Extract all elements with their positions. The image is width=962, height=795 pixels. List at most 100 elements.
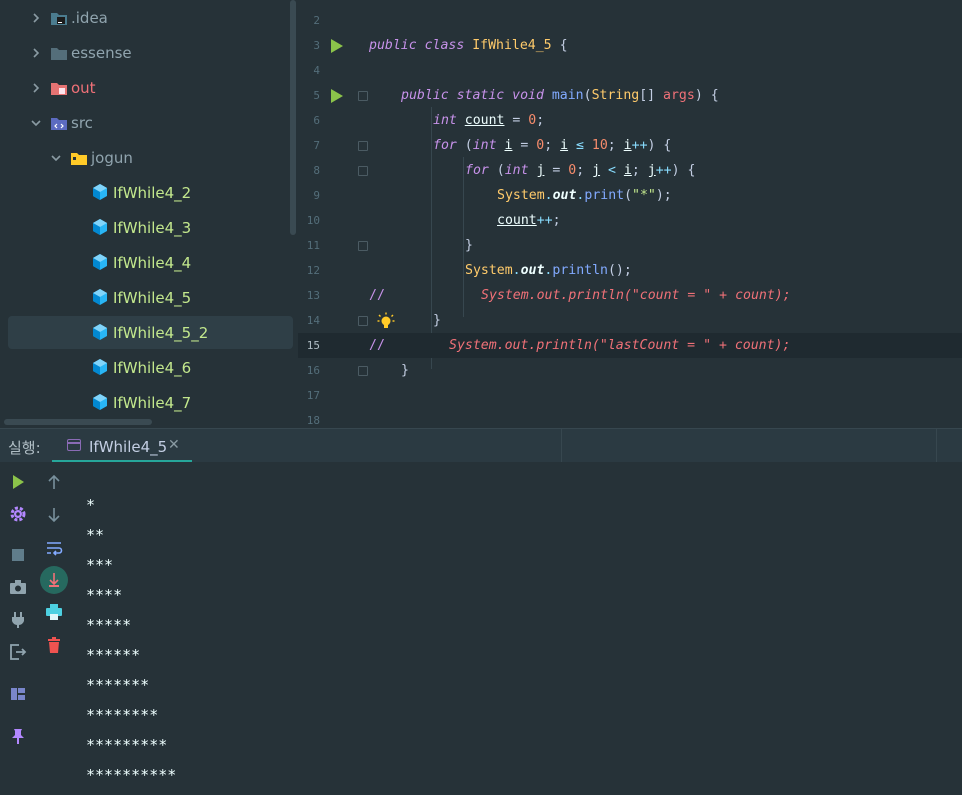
code-token: out	[520, 263, 545, 278]
rerun-button[interactable]	[8, 472, 28, 492]
folder-idea-icon	[51, 13, 67, 25]
scroll-up-button[interactable]	[44, 472, 64, 492]
line-number: 3	[313, 39, 320, 52]
code-token: args	[663, 88, 695, 103]
code-line: 18	[298, 408, 962, 428]
console-output-line: *****	[86, 616, 132, 634]
code-token: =	[504, 113, 529, 128]
code-token: ;	[576, 163, 593, 178]
chevron-down-icon[interactable]	[48, 150, 64, 166]
code-token: <	[600, 163, 624, 178]
horizontal-scrollbar[interactable]	[4, 419, 152, 425]
divider	[561, 429, 562, 463]
tree-item-out[interactable]: out	[0, 70, 298, 105]
java-class-icon	[93, 254, 107, 270]
run-config-icon	[67, 439, 81, 451]
code-token: j	[592, 163, 601, 178]
code-token: }	[433, 313, 441, 328]
tree-item-jogun[interactable]: jogun	[0, 140, 298, 175]
code-line: 11 }	[298, 233, 962, 258]
code-comment: System.out.println("lastCount = " + coun…	[449, 338, 791, 353]
stop-button[interactable]	[8, 545, 28, 565]
pin-tab-button[interactable]	[8, 726, 28, 746]
tree-item-class-selected[interactable]: IfWhile4_5_2	[0, 315, 298, 350]
code-token: i	[623, 138, 632, 153]
clear-all-button[interactable]	[44, 635, 64, 655]
tree-item-label: IfWhile4_2	[113, 183, 192, 202]
fold-marker-icon[interactable]	[358, 241, 368, 251]
chevron-right-icon[interactable]	[28, 80, 44, 96]
tree-item-label: jogun	[91, 148, 133, 167]
package-folder-icon	[71, 153, 87, 165]
tree-item-idea[interactable]: .idea	[0, 0, 298, 35]
tree-item-class[interactable]: IfWhile4_2	[0, 175, 298, 210]
tree-item-src[interactable]: src	[0, 105, 298, 140]
gear-icon	[10, 506, 26, 522]
tree-item-class[interactable]: IfWhile4_6	[0, 350, 298, 385]
tree-item-class[interactable]: IfWhile4_3	[0, 210, 298, 245]
tree-item-essense[interactable]: essense	[0, 35, 298, 70]
run-gutter-icon[interactable]	[331, 89, 343, 103]
fold-marker-icon[interactable]	[358, 366, 368, 376]
code-token: i	[623, 163, 632, 178]
layout-button[interactable]	[8, 684, 28, 704]
code-token: main	[551, 88, 584, 103]
fold-marker-icon[interactable]	[358, 166, 368, 176]
lightbulb-icon[interactable]	[377, 312, 395, 330]
scroll-to-end-toggle[interactable]	[44, 570, 64, 590]
run-tab-label: IfWhile4_5	[89, 438, 168, 456]
code-token: ++	[631, 138, 648, 153]
code-line: 7 for (int i = 0; i ≤ 10; i++) {	[298, 133, 962, 158]
line-number: 18	[306, 414, 320, 427]
soft-wrap-button[interactable]	[44, 538, 64, 558]
dump-threads-button[interactable]	[8, 577, 28, 597]
scroll-down-button[interactable]	[44, 505, 64, 525]
code-line: 5 public static void main(String[] args)…	[298, 83, 962, 108]
java-class-icon	[93, 289, 107, 305]
folder-out-icon	[51, 83, 67, 95]
code-line: 17	[298, 383, 962, 408]
tree-item-class[interactable]: IfWhile4_5	[0, 280, 298, 315]
tree-item-class[interactable]: IfWhile4_7	[0, 385, 298, 420]
run-tab[interactable]: IfWhile4_5 ✕	[52, 429, 192, 463]
tree-item-class[interactable]: IfWhile4_4	[0, 245, 298, 280]
chevron-down-icon[interactable]	[28, 115, 44, 131]
settings-button[interactable]	[8, 504, 28, 524]
close-icon[interactable]: ✕	[168, 437, 180, 453]
code-line: 12 System.out.println();	[298, 258, 962, 283]
java-class-icon	[93, 184, 107, 200]
code-line: 13 // System.out.println("count = " + co…	[298, 283, 962, 308]
code-token: int	[433, 113, 465, 128]
fold-marker-icon[interactable]	[358, 141, 368, 151]
fold-marker-icon[interactable]	[358, 316, 368, 326]
java-class-icon	[93, 219, 107, 235]
code-editor[interactable]: 2 3 public class IfWhile4_5 { 4 5 public…	[298, 0, 962, 428]
line-number: 8	[313, 164, 320, 177]
code-token: i	[560, 138, 569, 153]
code-line: 9 System.out.print("*");	[298, 183, 962, 208]
line-number: 15	[306, 339, 320, 352]
run-gutter-icon[interactable]	[331, 39, 343, 53]
run-console[interactable]: * ** *** **** ***** ****** ******* *****…	[0, 462, 962, 795]
soft-wrap-icon	[47, 542, 63, 556]
attach-debugger-button[interactable]	[8, 610, 28, 630]
console-output-line: **	[86, 526, 105, 544]
run-panel-title: 실행:	[8, 439, 41, 457]
code-token: j	[647, 163, 656, 178]
exit-button[interactable]	[8, 642, 28, 662]
chevron-right-icon[interactable]	[28, 10, 44, 26]
code-token: count	[497, 213, 537, 228]
code-token: for	[465, 163, 497, 178]
code-line-current: 15 // System.out.println("lastCount = " …	[298, 333, 962, 358]
code-comment: System.out.println("count = " + count);	[481, 288, 791, 303]
tree-item-label: out	[71, 78, 96, 97]
plug-icon	[12, 612, 24, 628]
code-token: out	[552, 188, 577, 203]
code-token: }	[465, 238, 473, 253]
vertical-scrollbar[interactable]	[290, 0, 296, 235]
tree-item-label: IfWhile4_4	[113, 253, 192, 272]
fold-marker-icon[interactable]	[358, 91, 368, 101]
chevron-right-icon[interactable]	[28, 45, 44, 61]
print-button[interactable]	[44, 602, 64, 622]
code-token: ++	[536, 213, 553, 228]
